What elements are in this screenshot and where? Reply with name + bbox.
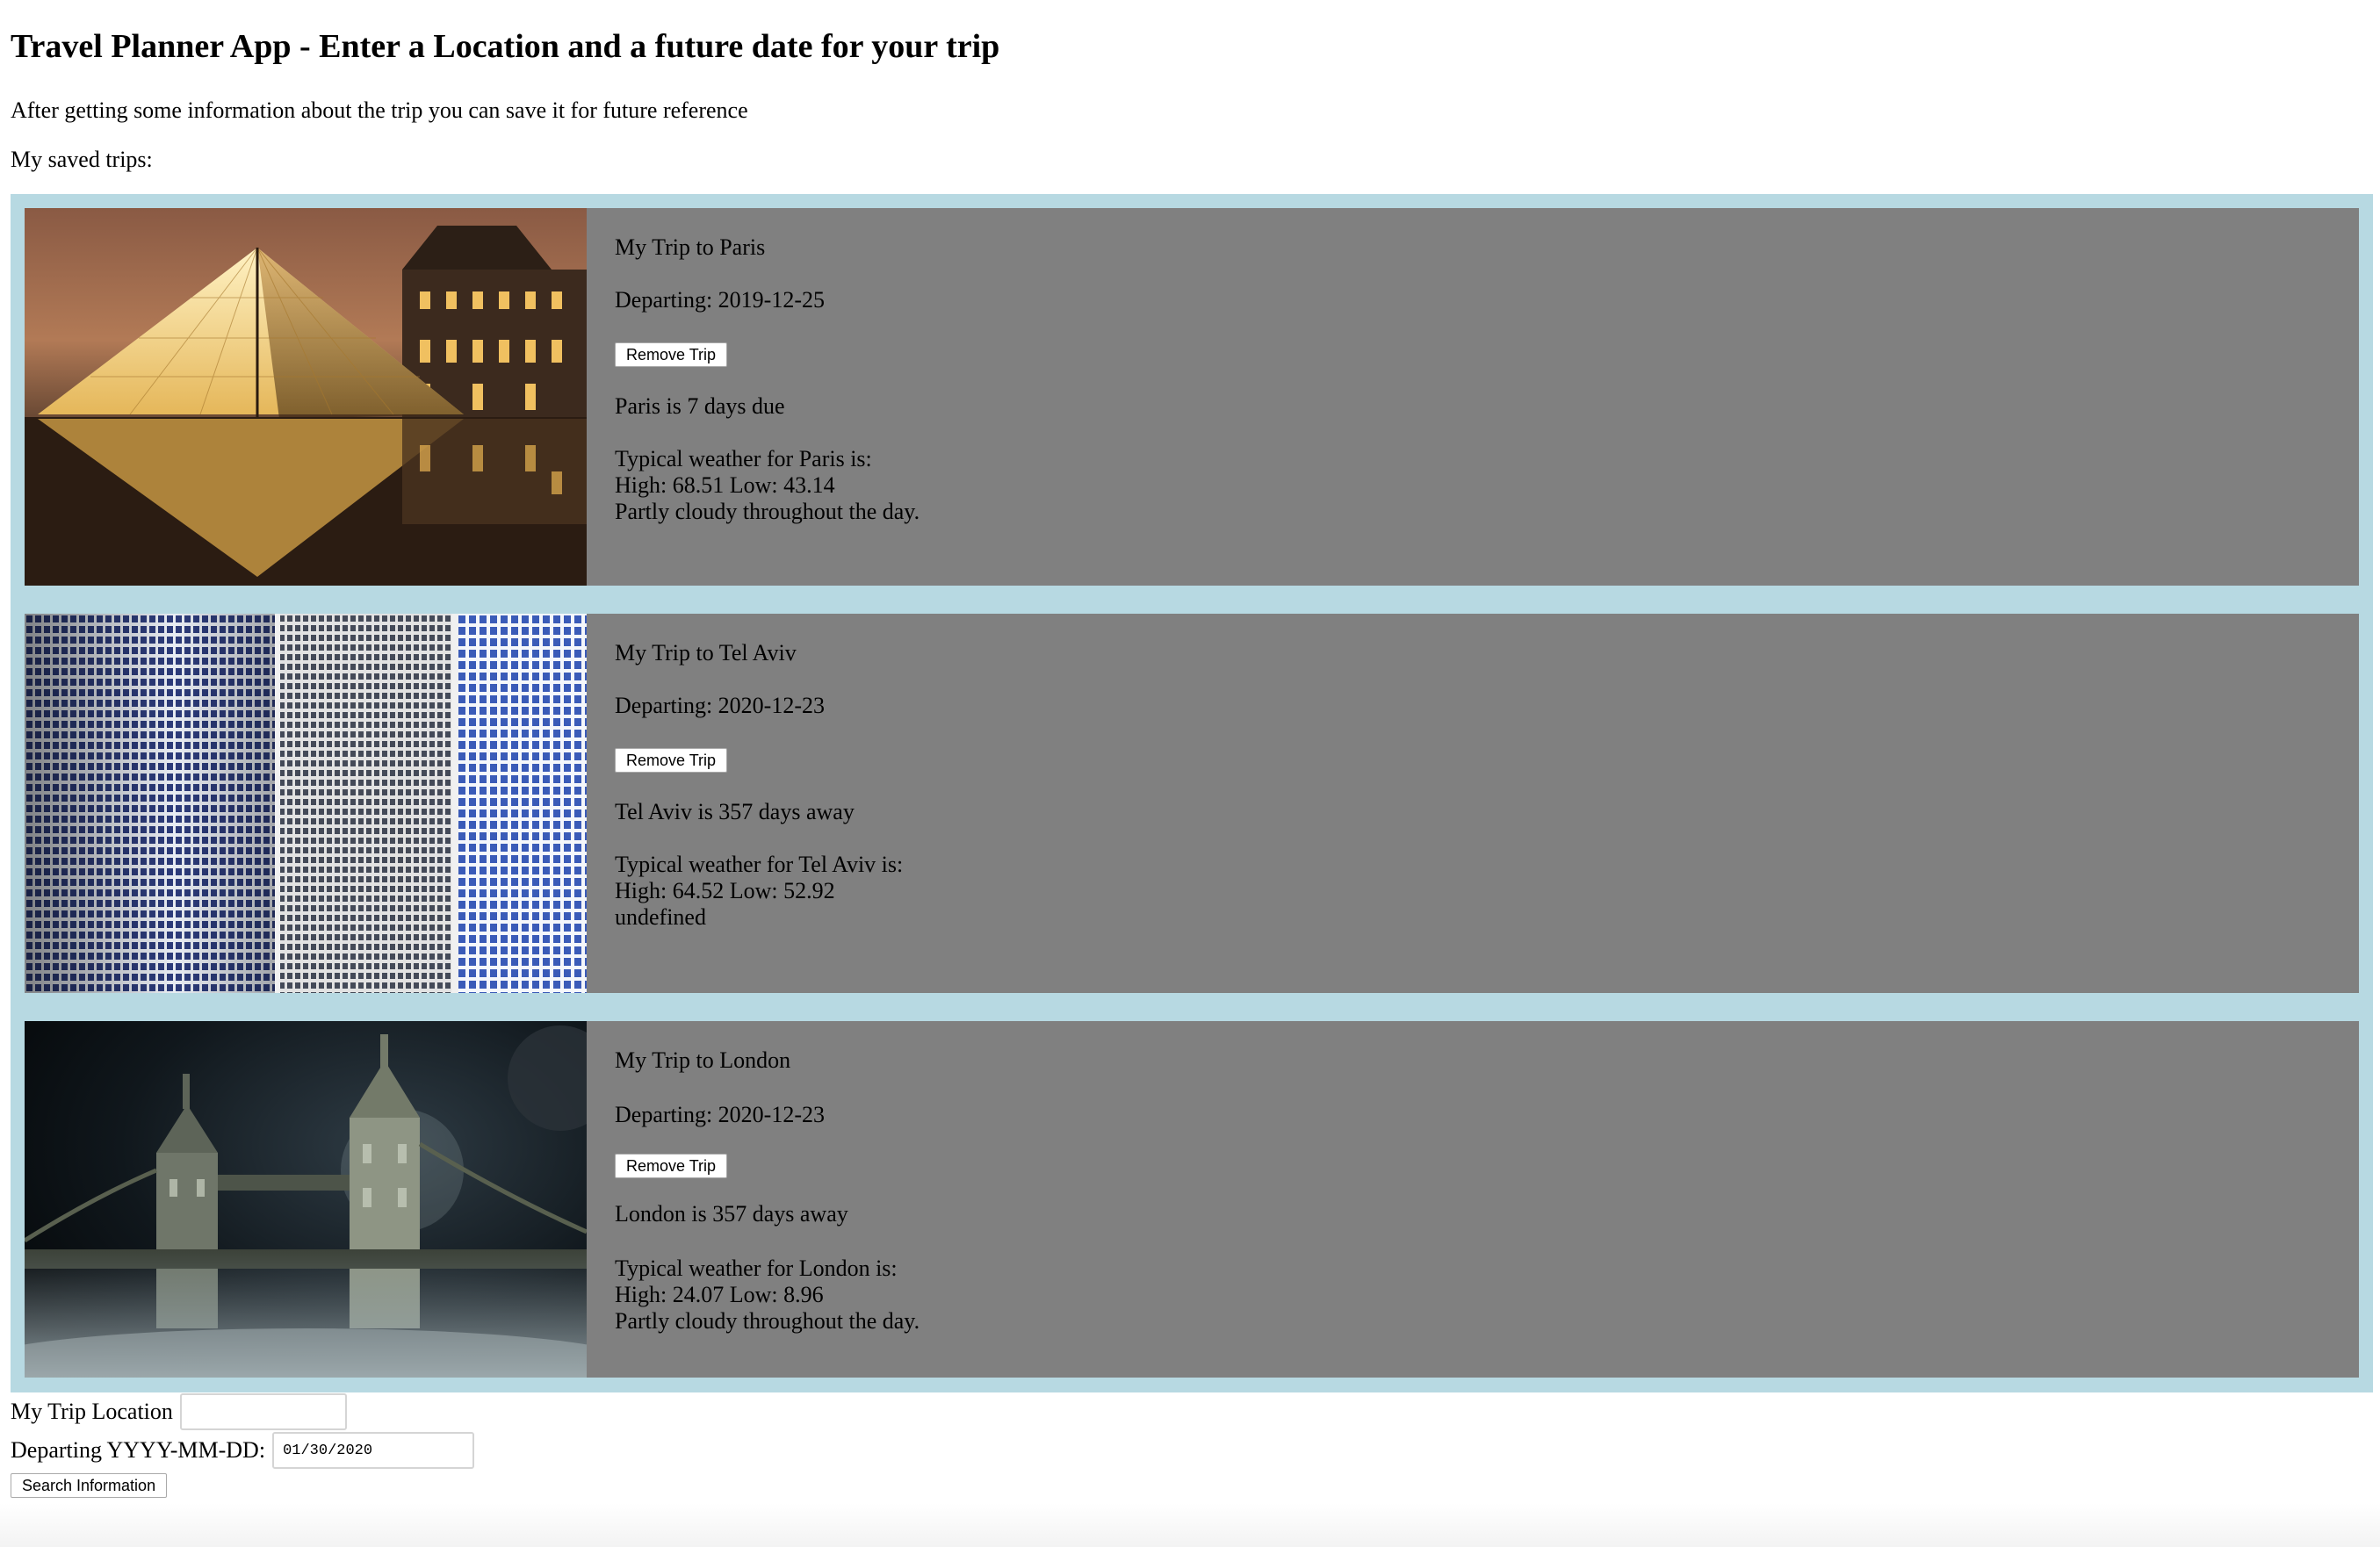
weather-heading: Typical weather for Tel Aviv is: <box>615 852 904 877</box>
page-title: Travel Planner App - Enter a Location an… <box>11 28 1000 65</box>
location-label: My Trip Location <box>11 1399 173 1424</box>
trip-search-form: My Trip Location Departing YYYY-MM-DD: S… <box>11 1392 2369 1498</box>
date-label: Departing YYYY-MM-DD: <box>11 1437 266 1463</box>
trip-card-tel-aviv: My Trip to Tel Aviv Departing: 2020-12-2… <box>25 614 2359 993</box>
trip-countdown: Paris is 7 days due <box>615 393 785 419</box>
remove-trip-button[interactable]: Remove Trip <box>615 748 728 773</box>
trip-details-paris: My Trip to Paris Departing: 2019-12-25 R… <box>587 208 2359 586</box>
trip-countdown: Tel Aviv is 357 days away <box>615 799 855 824</box>
trip-card-paris: My Trip to Paris Departing: 2019-12-25 R… <box>25 208 2359 586</box>
intro-text: After getting some information about the… <box>11 97 748 123</box>
weather-summary: Partly cloudy throughout the day. <box>615 1308 920 1334</box>
trip-departing: Departing: 2020-12-23 <box>615 693 826 718</box>
date-row: Departing YYYY-MM-DD: <box>11 1431 2369 1470</box>
trip-title: My Trip to Tel Aviv <box>615 640 797 666</box>
weather-heading: Typical weather for London is: <box>615 1256 898 1281</box>
page: Travel Planner App - Enter a Location an… <box>0 0 2380 1498</box>
trip-details-tel-aviv: My Trip to Tel Aviv Departing: 2020-12-2… <box>587 614 2359 993</box>
location-row: My Trip Location <box>11 1392 2369 1431</box>
tower-bridge-image <box>25 1021 587 1378</box>
saved-trips-list: My Trip to Paris Departing: 2019-12-25 R… <box>11 194 2373 1392</box>
trip-title: My Trip to Paris <box>615 234 766 260</box>
trip-card-london: My Trip to London Departing: 2020-12-23 … <box>25 1021 2359 1378</box>
trip-departing: Departing: 2020-12-23 <box>615 1102 826 1127</box>
trip-image-london <box>25 1021 587 1378</box>
weather-temps: High: 24.07 Low: 8.96 <box>615 1282 824 1307</box>
bottom-fade <box>0 1503 2380 1547</box>
azrieli-towers-image <box>25 614 587 993</box>
trip-image-paris <box>25 208 587 586</box>
saved-trips-label: My saved trips: <box>11 147 153 172</box>
weather-summary: undefined <box>615 904 706 930</box>
weather-summary: Partly cloudy throughout the day. <box>615 499 920 524</box>
weather-temps: High: 68.51 Low: 43.14 <box>615 472 835 498</box>
trip-details-london: My Trip to London Departing: 2020-12-23 … <box>587 1021 2359 1378</box>
trip-image-tel-aviv <box>25 614 587 993</box>
trip-title: My Trip to London <box>615 1047 791 1073</box>
weather-heading: Typical weather for Paris is: <box>615 446 872 471</box>
remove-trip-button[interactable]: Remove Trip <box>615 1154 728 1178</box>
remove-trip-button[interactable]: Remove Trip <box>615 342 728 367</box>
departing-date-input[interactable] <box>272 1432 475 1469</box>
trip-departing: Departing: 2019-12-25 <box>615 287 826 313</box>
louvre-image <box>25 208 587 586</box>
weather-temps: High: 64.52 Low: 52.92 <box>615 878 835 903</box>
search-information-button[interactable]: Search Information <box>11 1473 168 1498</box>
trip-countdown: London is 357 days away <box>615 1201 848 1227</box>
location-input[interactable] <box>179 1393 347 1430</box>
